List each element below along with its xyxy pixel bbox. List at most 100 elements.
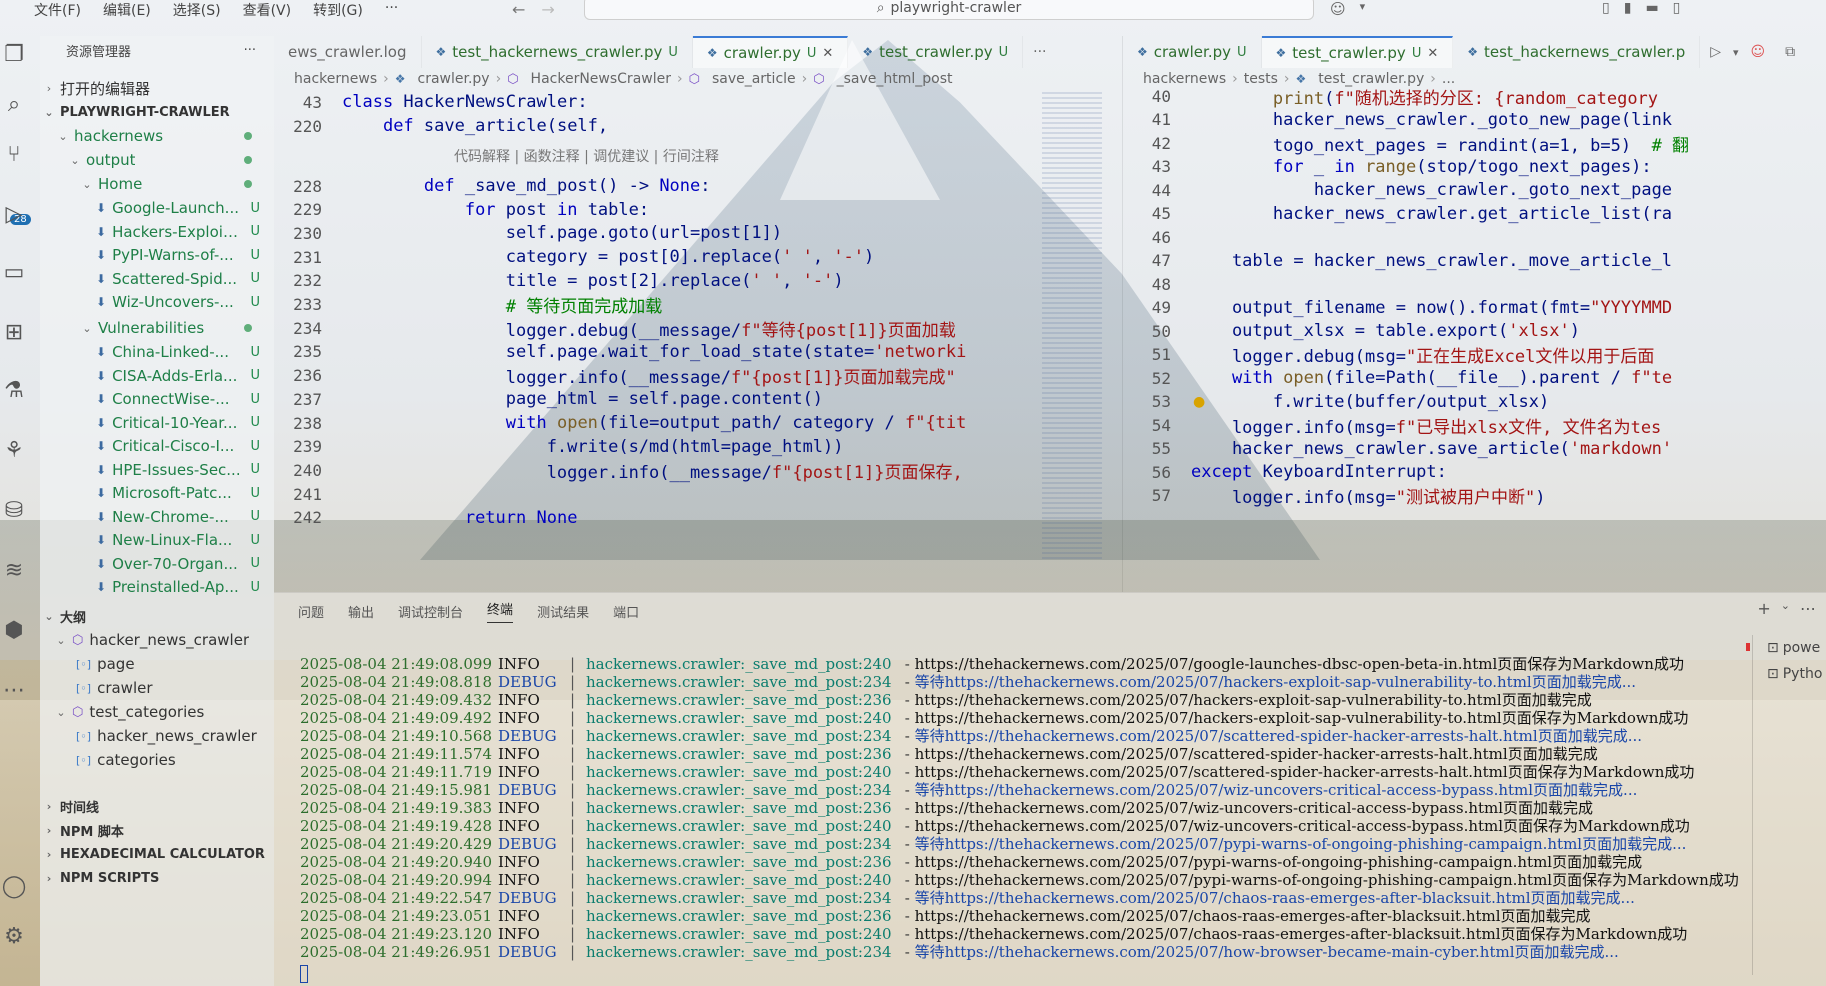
breadcrumb-item[interactable]: save_article — [712, 71, 796, 87]
file-item[interactable]: ⬇ Critical-10-Year... U — [40, 411, 274, 435]
folder-output[interactable]: ⌄ output — [40, 148, 274, 172]
tab-crawler-log[interactable]: ews_crawler.log — [274, 36, 422, 68]
code-line[interactable]: 242 return None — [274, 506, 577, 530]
outline-item[interactable]: ⌄ ⬡ test_categories — [40, 700, 274, 724]
file-item[interactable]: ⬇ HPE-Issues-Sec... U — [40, 458, 274, 482]
file-item[interactable]: ⬇ Preinstalled-Ap... U — [40, 575, 274, 599]
account-icon[interactable]: ◯ — [0, 872, 28, 900]
back-arrow-icon[interactable]: ← — [512, 0, 525, 19]
toggle-panel-icon[interactable]: ▬ — [1645, 0, 1658, 16]
code-line[interactable]: 46 — [1123, 225, 1191, 249]
panel-tab[interactable]: 端口 — [613, 602, 639, 621]
split-editor-icon[interactable]: ⧉ — [1775, 44, 1805, 60]
more-icon[interactable]: ⋯ — [0, 676, 28, 704]
npm-scripts-cn-section[interactable]: › NPM 脚本 — [40, 818, 274, 842]
tab-test-hackernews-crawler[interactable]: ❖ test_hackernews_crawler.p — [1453, 36, 1701, 68]
code-line[interactable]: 45 hacker_news_crawler.get_article_list(… — [1123, 202, 1672, 226]
code-line[interactable]: 231 category = post[0].replace(' ', '-') — [274, 245, 874, 269]
npm-scripts-section[interactable]: › NPM SCRIPTS — [40, 866, 274, 890]
source-control-icon[interactable]: ⑂ — [0, 140, 28, 168]
code-line[interactable]: 230 self.page.goto(url=post[1]) — [274, 221, 782, 245]
file-item[interactable]: ⬇ Over-70-Organ... U — [40, 552, 274, 576]
menu-selection[interactable]: 选择(S) — [173, 0, 221, 20]
code-line[interactable]: 228 def _save_md_post() -> None: — [274, 174, 710, 198]
file-item[interactable]: ⬇ ConnectWise-... U — [40, 387, 274, 411]
search-icon[interactable]: ⌕ — [0, 90, 28, 118]
code-line[interactable]: 233 # 等待页面完成加载 — [274, 293, 662, 317]
menu-more[interactable]: ··· — [385, 0, 398, 20]
code-line[interactable]: 52 with open(file=Path(__file__).parent … — [1123, 366, 1672, 390]
code-line[interactable]: 47 table = hacker_news_crawler._move_art… — [1123, 249, 1672, 273]
code-editor-left[interactable]: 43 class HackerNewsCrawler: 220 def save_a… — [274, 90, 1122, 590]
chevron-down-icon[interactable]: ▾ — [1360, 0, 1366, 18]
file-item[interactable]: ⬇ New-Linux-Fla... U — [40, 528, 274, 552]
panel-tab[interactable]: 调试控制台 — [398, 602, 463, 621]
code-line[interactable]: 42 togo_next_pages = randint(a=1, b=5) #… — [1123, 131, 1689, 156]
close-icon[interactable]: ✕ — [822, 46, 833, 61]
minimap-left[interactable] — [1042, 92, 1102, 562]
code-line[interactable]: 55 hacker_news_crawler.save_article('mar… — [1123, 437, 1672, 461]
panel-tab[interactable]: 输出 — [348, 602, 374, 621]
timeline-icon[interactable]: ⚘ — [0, 436, 28, 464]
panel-tab[interactable]: 问题 — [298, 602, 324, 621]
tab-test-hackernews-crawler[interactable]: ❖ test_hackernews_crawler.py U — [422, 36, 693, 68]
testing-icon[interactable]: ⚗ — [0, 376, 28, 404]
code-line[interactable]: 50 output_xlsx = table.export('xlsx') — [1123, 319, 1580, 343]
more-actions-icon[interactable]: ⋯ — [1800, 599, 1816, 618]
code-line[interactable]: 43 class HackerNewsCrawler: — [274, 90, 588, 114]
folder-vulnerabilities[interactable]: ⌄ Vulnerabilities — [40, 316, 274, 340]
code-line[interactable]: 236 logger.info(__message/f"{post[1]}页面加… — [274, 364, 956, 388]
tab-test-crawler-py[interactable]: ❖ test_crawler.py U — [848, 36, 1024, 68]
hexagon-icon[interactable]: ⬢ — [0, 616, 28, 644]
code-line[interactable]: 43 for _ in range(stop/togo_next_pages): — [1123, 155, 1652, 179]
chevron-down-icon[interactable]: ▾ — [1731, 46, 1741, 59]
code-line[interactable]: 49 output_filename = now().format(fmt="Y… — [1123, 296, 1672, 320]
code-line[interactable]: 220 def save_article(self, — [274, 114, 608, 138]
code-line[interactable]: 239 f.write(s/md(html=page_html)) — [274, 435, 843, 459]
file-item[interactable]: ⬇ CISA-Adds-Erla... U — [40, 364, 274, 388]
file-item[interactable]: ⬇ Microsoft-Patc... U — [40, 481, 274, 505]
code-line[interactable]: 238 with open(file=output_path/ category… — [274, 411, 966, 435]
code-line[interactable]: 237 page_html = self.page.content() — [274, 387, 823, 411]
explorer-more-icon[interactable]: ··· — [244, 43, 256, 58]
menu-edit[interactable]: 编辑(E) — [103, 0, 151, 20]
code-line[interactable]: 57 logger.info(msg="测试被用户中断") — [1123, 484, 1546, 508]
code-line[interactable]: 235 self.page.wait_for_load_state(state=… — [274, 340, 966, 364]
breadcrumb-item[interactable]: HackerNewsCrawler — [531, 71, 671, 87]
panel-tab[interactable]: 终端 — [487, 599, 514, 623]
outline-item[interactable]: [◦] hacker_news_crawler — [40, 724, 274, 748]
breadcrumb-item[interactable]: hackernews — [294, 71, 377, 87]
breadcrumb-item[interactable]: crawler.py — [418, 71, 490, 87]
breadcrumb-item[interactable]: _save_html_post — [837, 71, 953, 87]
copilot-icon[interactable]: ☺ — [1330, 0, 1346, 18]
file-item[interactable]: ⬇ China-Linked-... U — [40, 340, 274, 364]
terminal-item-python[interactable]: ⊡ Pytho — [1753, 661, 1826, 687]
folder-hackernews[interactable]: ⌄ hackernews — [40, 124, 274, 148]
copilot-icon[interactable]: ☺ — [1741, 44, 1776, 60]
code-line[interactable]: 241 — [274, 482, 342, 506]
terminal-item-powershell[interactable]: ⊡ powe — [1753, 635, 1826, 661]
layers-icon[interactable]: ≋ — [0, 556, 28, 584]
remote-explorer-icon[interactable]: ▭ — [0, 258, 28, 286]
outline-item[interactable]: [◦] categories — [40, 748, 274, 772]
outline-item[interactable]: ⌄ ⬡ hacker_news_crawler — [40, 628, 274, 652]
chevron-down-icon[interactable]: ⌄ — [1781, 599, 1790, 618]
code-editor-right[interactable]: 40 print(f"随机选择的分区: {random_category 41 h… — [1123, 87, 1826, 590]
code-line[interactable]: 229 for post in table: — [274, 198, 649, 222]
menu-view[interactable]: 查看(V) — [243, 0, 292, 20]
close-icon[interactable]: ✕ — [1427, 46, 1438, 61]
toggle-sidebar-icon[interactable]: ▮ — [1624, 0, 1632, 16]
code-line[interactable]: 51 logger.debug(msg="正在生成Excel文件以用于后面 — [1123, 343, 1655, 367]
code-line[interactable]: 234 logger.debug(__message/f"等待{post[1]}… — [274, 316, 956, 341]
code-line[interactable]: 56 except KeyboardInterrupt: — [1123, 460, 1447, 484]
code-line[interactable]: 40 print(f"随机选择的分区: {random_category — [1123, 84, 1658, 109]
explorer-icon[interactable]: ❐ — [0, 40, 28, 68]
file-item[interactable]: ⬇ PyPI-Warns-of-... U — [40, 243, 274, 267]
open-editors-section[interactable]: › 打开的编辑器 — [40, 76, 274, 100]
menu-go[interactable]: 转到(G) — [313, 0, 363, 20]
tab-test-crawler-py[interactable]: ❖ test_crawler.py U ✕ — [1261, 36, 1454, 68]
panel-tab[interactable]: 测试结果 — [537, 602, 589, 621]
toggle-secondary-sidebar-icon[interactable]: ▯ — [1673, 0, 1681, 16]
code-line[interactable]: 240 logger.info(__message/f"{post[1]}页面保… — [274, 458, 963, 483]
settings-gear-icon[interactable]: ⚙ — [0, 922, 28, 950]
